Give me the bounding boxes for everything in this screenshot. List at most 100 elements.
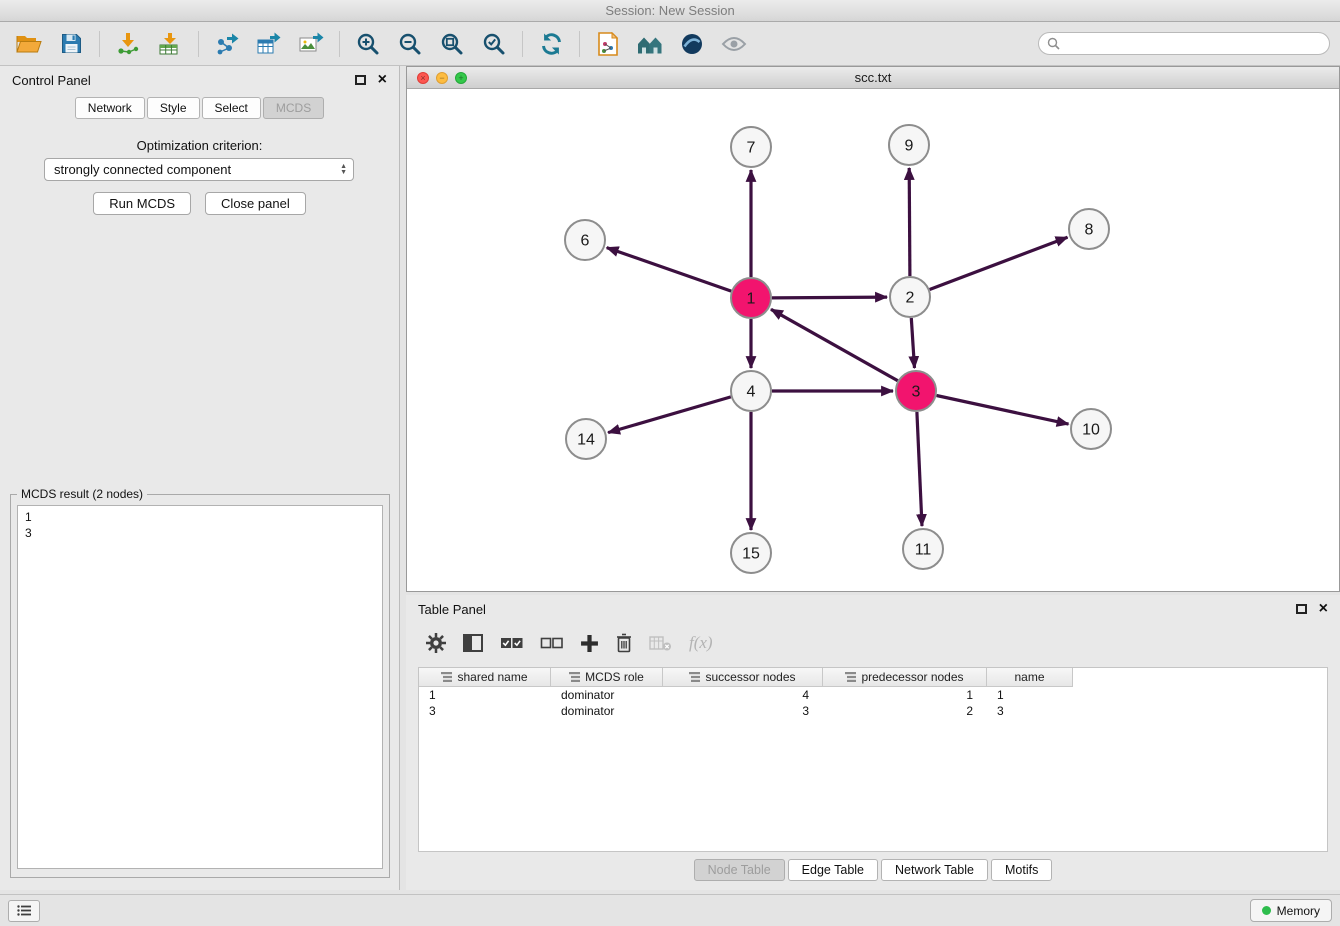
open-session-icon[interactable] (11, 28, 47, 60)
search-box[interactable] (1038, 32, 1330, 55)
tab-select[interactable]: Select (202, 97, 261, 119)
mcds-result-list: 1 3 (17, 505, 383, 869)
graph-edge-4-14[interactable] (608, 397, 731, 433)
show-hide-icon[interactable] (716, 28, 752, 60)
maximize-window-icon[interactable]: + (455, 72, 467, 84)
export-image-icon[interactable] (293, 28, 329, 60)
network-graph[interactable]: 7 9 6 8 1 2 4 3 14 10 15 11 (407, 89, 1339, 591)
zoom-in-icon[interactable] (350, 28, 386, 60)
import-table-icon[interactable] (152, 28, 188, 60)
first-neighbors-icon[interactable] (632, 28, 668, 60)
graph-node-6[interactable]: 6 (565, 220, 605, 260)
window-title: Session: New Session (605, 3, 734, 18)
import-network-icon[interactable] (110, 28, 146, 60)
svg-text:10: 10 (1082, 422, 1100, 439)
column-header-predecessor-nodes[interactable]: predecessor nodes (823, 668, 987, 687)
graph-node-1[interactable]: 1 (731, 278, 771, 318)
gear-icon[interactable] (426, 633, 446, 653)
svg-text:11: 11 (915, 542, 932, 559)
graph-edge-3-10[interactable] (937, 396, 1069, 425)
export-table-icon[interactable] (251, 28, 287, 60)
trash-icon[interactable] (616, 633, 632, 653)
network-canvas[interactable]: 7 9 6 8 1 2 4 3 14 10 15 11 (407, 89, 1339, 591)
tab-network-table[interactable]: Network Table (881, 859, 988, 881)
graph-node-7[interactable]: 7 (731, 127, 771, 167)
network-window-titlebar[interactable]: × − + scc.txt (407, 67, 1339, 89)
float-panel-icon[interactable] (355, 75, 366, 85)
deselect-all-icon[interactable] (540, 637, 563, 650)
svg-text:14: 14 (577, 432, 595, 449)
save-session-icon[interactable] (53, 28, 89, 60)
graph-node-9[interactable]: 9 (889, 125, 929, 165)
search-icon (1047, 37, 1060, 50)
window-titlebar: Session: New Session (0, 0, 1340, 22)
clone-network-icon[interactable] (590, 28, 626, 60)
zoom-fit-icon[interactable] (434, 28, 470, 60)
table-panel-title: Table Panel (418, 602, 486, 617)
graph-edge-2-9[interactable] (909, 168, 910, 276)
tab-mcds[interactable]: MCDS (263, 97, 324, 119)
zoom-selected-icon[interactable] (476, 28, 512, 60)
column-header-shared-name[interactable]: shared name (419, 668, 551, 687)
column-layout-icon[interactable] (463, 634, 483, 652)
graph-node-3[interactable]: 3 (896, 371, 936, 411)
close-panel-button[interactable]: Close panel (205, 192, 306, 215)
refresh-icon[interactable] (533, 28, 569, 60)
run-mcds-button[interactable]: Run MCDS (93, 192, 191, 215)
graph-edge-1-2[interactable] (772, 297, 887, 298)
control-panel-tabs: Network Style Select MCDS (0, 97, 399, 119)
search-input[interactable] (1065, 37, 1321, 51)
graph-node-10[interactable]: 10 (1071, 409, 1111, 449)
column-header-successor-nodes[interactable]: successor nodes (663, 668, 823, 687)
tab-node-table[interactable]: Node Table (694, 859, 785, 881)
close-window-icon[interactable]: × (417, 72, 429, 84)
table-panel-header: Table Panel × (406, 595, 1340, 623)
minimize-window-icon[interactable]: − (436, 72, 448, 84)
column-header-name[interactable]: name (987, 668, 1073, 687)
toolbar-separator (579, 31, 580, 57)
mcds-result-line: 1 (25, 509, 375, 525)
graph-node-11[interactable]: 11 (903, 529, 943, 569)
graph-edge-2-8[interactable] (930, 237, 1068, 289)
close-table-panel-icon[interactable]: × (1319, 602, 1328, 616)
attribute-icon (569, 672, 580, 682)
show-panels-button[interactable] (8, 900, 40, 922)
add-column-icon[interactable] (580, 634, 599, 653)
graph-node-14[interactable]: 14 (566, 419, 606, 459)
attribute-icon (441, 672, 452, 682)
control-panel-title: Control Panel (12, 73, 91, 88)
toolbar-separator (339, 31, 340, 57)
table-header-row: shared name MCDS role successor nodes pr… (419, 668, 1327, 687)
function-builder-icon[interactable]: f(x) (689, 633, 713, 653)
graph-edge-1-6[interactable] (607, 248, 732, 292)
list-icon (17, 905, 31, 916)
graph-edge-2-3[interactable] (911, 318, 914, 368)
control-panel: Control Panel × Network Style Select MCD… (0, 66, 400, 890)
svg-text:15: 15 (742, 546, 760, 563)
column-header-mcds-role[interactable]: MCDS role (551, 668, 663, 687)
graph-node-4[interactable]: 4 (731, 371, 771, 411)
graph-node-2[interactable]: 2 (890, 277, 930, 317)
paint-style-icon[interactable] (674, 28, 710, 60)
select-all-icon[interactable] (500, 637, 523, 650)
svg-text:7: 7 (747, 140, 756, 157)
svg-text:3: 3 (912, 384, 921, 401)
tab-network[interactable]: Network (75, 97, 145, 119)
delete-table-icon[interactable] (649, 635, 672, 651)
export-network-icon[interactable] (209, 28, 245, 60)
graph-node-15[interactable]: 15 (731, 533, 771, 573)
tab-edge-table[interactable]: Edge Table (788, 859, 878, 881)
float-table-panel-icon[interactable] (1296, 604, 1307, 614)
memory-button[interactable]: Memory (1250, 899, 1332, 922)
zoom-out-icon[interactable] (392, 28, 428, 60)
table-row[interactable]: 1 dominator 4 1 1 (419, 687, 1327, 703)
tab-motifs[interactable]: Motifs (991, 859, 1052, 881)
close-panel-icon[interactable]: × (378, 73, 387, 87)
application-window: Session: New Session (0, 0, 1340, 926)
graph-edge-3-1[interactable] (771, 309, 898, 380)
tab-style[interactable]: Style (147, 97, 200, 119)
graph-node-8[interactable]: 8 (1069, 209, 1109, 249)
graph-edge-3-11[interactable] (917, 412, 922, 526)
table-row[interactable]: 3 dominator 3 2 3 (419, 703, 1327, 719)
criterion-dropdown[interactable]: strongly connected component ▲▼ (44, 158, 354, 181)
